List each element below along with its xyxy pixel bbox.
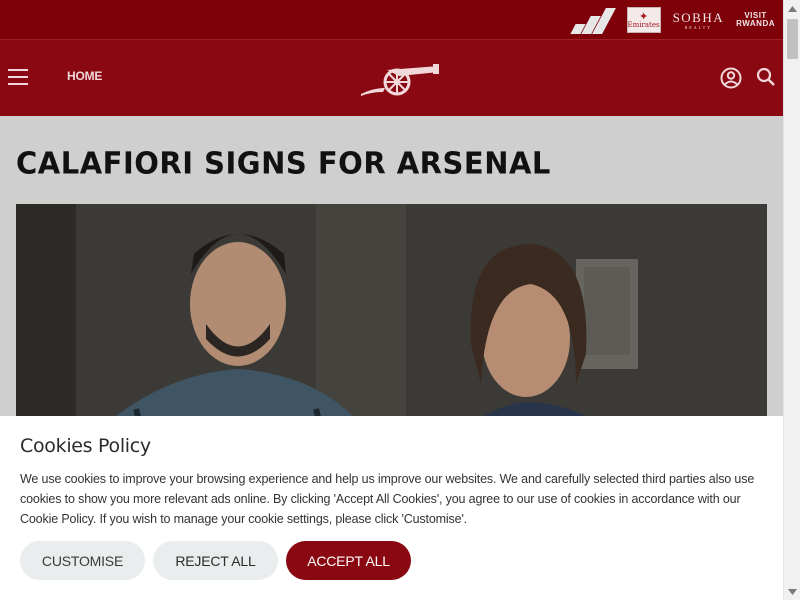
article-title: CALAFIORI SIGNS FOR ARSENAL <box>16 145 551 181</box>
sponsor-logos: ✦ Emirates SOBHA REALTY VISIT RWANDA <box>569 6 775 34</box>
cookie-consent-modal: Cookies Policy We use cookies to improve… <box>0 416 783 600</box>
cookie-title: Cookies Policy <box>20 435 151 457</box>
sobha-text: SOBHA <box>672 9 725 25</box>
sobha-subtext: REALTY <box>684 24 713 30</box>
home-link[interactable]: HOME <box>67 69 102 83</box>
accept-all-button[interactable]: ACCEPT ALL <box>286 541 411 580</box>
scroll-up-button[interactable] <box>784 0 800 17</box>
sobha-logo[interactable]: SOBHA REALTY <box>673 11 725 30</box>
search-icon[interactable] <box>756 67 776 87</box>
main-nav: HOME <box>0 40 783 116</box>
arsenal-cannon-logo[interactable] <box>359 62 441 96</box>
adidas-logo[interactable] <box>569 6 616 34</box>
page-scrollbar[interactable] <box>783 0 800 600</box>
cookie-description: We use cookies to improve your browsing … <box>20 472 755 526</box>
scroll-thumb[interactable] <box>787 19 798 59</box>
rwanda-line-2: RWANDA <box>736 19 775 28</box>
chevron-up-icon <box>788 5 797 12</box>
scroll-down-button[interactable] <box>784 583 800 600</box>
emirates-logo[interactable]: ✦ Emirates <box>626 7 661 33</box>
sponsor-bar: ✦ Emirates SOBHA REALTY VISIT RWANDA <box>0 0 783 40</box>
reject-all-button[interactable]: REJECT ALL <box>153 541 278 580</box>
hamburger-icon[interactable] <box>8 69 28 85</box>
chevron-down-icon <box>788 588 797 595</box>
visit-rwanda-logo[interactable]: VISIT RWANDA <box>736 12 775 28</box>
customise-button[interactable]: CUSTOMISE <box>20 541 145 580</box>
user-icon[interactable] <box>720 67 742 89</box>
emirates-text: Emirates <box>627 21 660 29</box>
